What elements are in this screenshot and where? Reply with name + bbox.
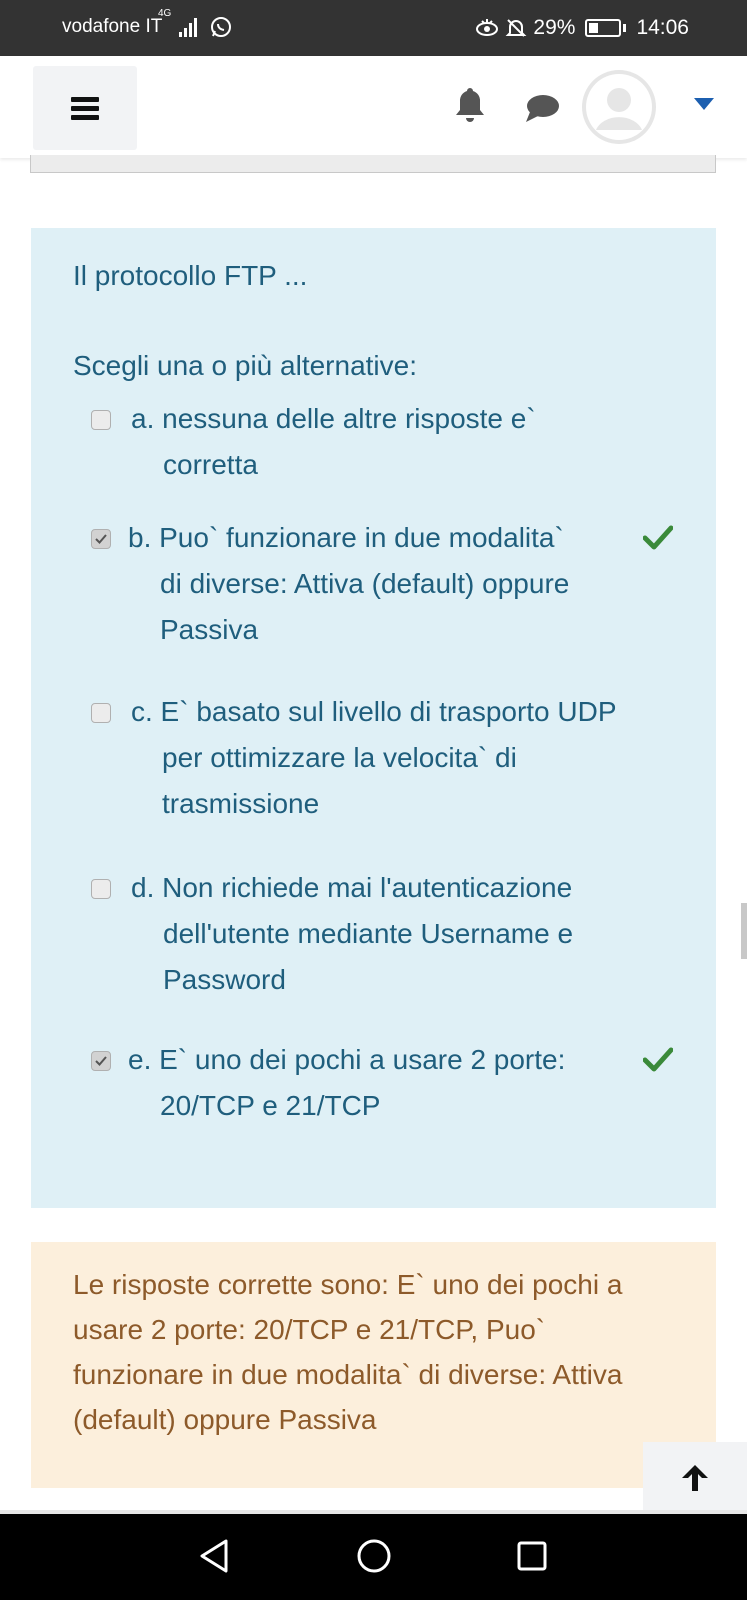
status-right: 29% 14:06 bbox=[475, 14, 689, 42]
back-icon[interactable] bbox=[198, 1538, 230, 1574]
eye-icon bbox=[476, 19, 499, 36]
mute-icon bbox=[505, 19, 527, 37]
answer-e-text: e. E` uno dei pochi a usare 2 porte: bbox=[128, 1044, 566, 1075]
avatar[interactable] bbox=[582, 70, 656, 144]
answer-c-checkbox[interactable] bbox=[91, 703, 111, 723]
answer-c-text: c. E` basato sul livello di trasporto UD… bbox=[131, 696, 617, 727]
answer-d-checkbox[interactable] bbox=[91, 879, 111, 899]
answer-e-checkbox[interactable] bbox=[91, 1051, 111, 1071]
question-text: Il protocollo FTP ... bbox=[73, 260, 308, 291]
answer-a-checkbox[interactable] bbox=[91, 410, 111, 430]
bell-icon[interactable] bbox=[453, 86, 487, 124]
user-icon bbox=[586, 74, 652, 140]
navigation-bar bbox=[0, 1514, 747, 1600]
clock: 14:06 bbox=[636, 16, 689, 39]
arrow-up-icon bbox=[682, 1465, 708, 1491]
answer-b-text-cont: di diverse: Attiva (default) oppure Pass… bbox=[160, 568, 570, 645]
chat-icon[interactable] bbox=[524, 92, 560, 124]
carrier-name: vodafone IT bbox=[62, 16, 163, 37]
battery-tip bbox=[623, 24, 627, 32]
battery-icon bbox=[585, 19, 622, 37]
answer-b-text: b. Puo` funzionare in due modalita` bbox=[128, 522, 564, 553]
back-to-top-button[interactable] bbox=[643, 1442, 747, 1514]
caret-down-icon[interactable] bbox=[694, 98, 714, 110]
question-card: Il protocollo FTP ... Scegli una o più a… bbox=[31, 228, 716, 1208]
menu-button[interactable] bbox=[33, 66, 137, 150]
status-bar: vodafone IT 4G 29% 14:06 bbox=[0, 0, 747, 56]
answer-a-text-cont: corretta bbox=[163, 449, 258, 480]
feedback-card: Le risposte corrette sono: E` uno dei po… bbox=[31, 1242, 716, 1488]
whatsapp-icon bbox=[211, 17, 231, 37]
answer-b-checkbox[interactable] bbox=[91, 529, 111, 549]
recent-apps-icon[interactable] bbox=[516, 1540, 548, 1572]
home-icon[interactable] bbox=[356, 1538, 392, 1574]
correct-tick-icon bbox=[643, 1047, 673, 1072]
battery-percent: 29% bbox=[533, 16, 576, 39]
battery-level bbox=[589, 23, 598, 33]
correct-tick-icon bbox=[643, 525, 673, 550]
previous-card-edge bbox=[30, 155, 716, 173]
answer-e-text-cont: 20/TCP e 21/TCP bbox=[160, 1090, 381, 1121]
answer-c-text-cont: per ottimizzare la velocita` di trasmiss… bbox=[162, 742, 517, 819]
app-header bbox=[0, 56, 747, 158]
answer-a-text: a. nessuna delle altre risposte e` bbox=[131, 403, 536, 434]
answer-d-text-cont: dell'utente mediante Username e Password bbox=[163, 918, 574, 995]
scrollbar-thumb[interactable] bbox=[741, 903, 747, 959]
question-prompt: Scegli una o più alternative: bbox=[73, 350, 417, 381]
network-type: 4G bbox=[158, 8, 172, 19]
menu-icon bbox=[71, 97, 99, 120]
answer-d-text: d. Non richiede mai l'autenticazione bbox=[131, 872, 573, 903]
check-icon bbox=[95, 1056, 107, 1066]
signal-icon bbox=[179, 18, 197, 37]
correct-answers-text: Le risposte corrette sono: E` uno dei po… bbox=[73, 1269, 623, 1435]
check-icon bbox=[95, 534, 107, 544]
